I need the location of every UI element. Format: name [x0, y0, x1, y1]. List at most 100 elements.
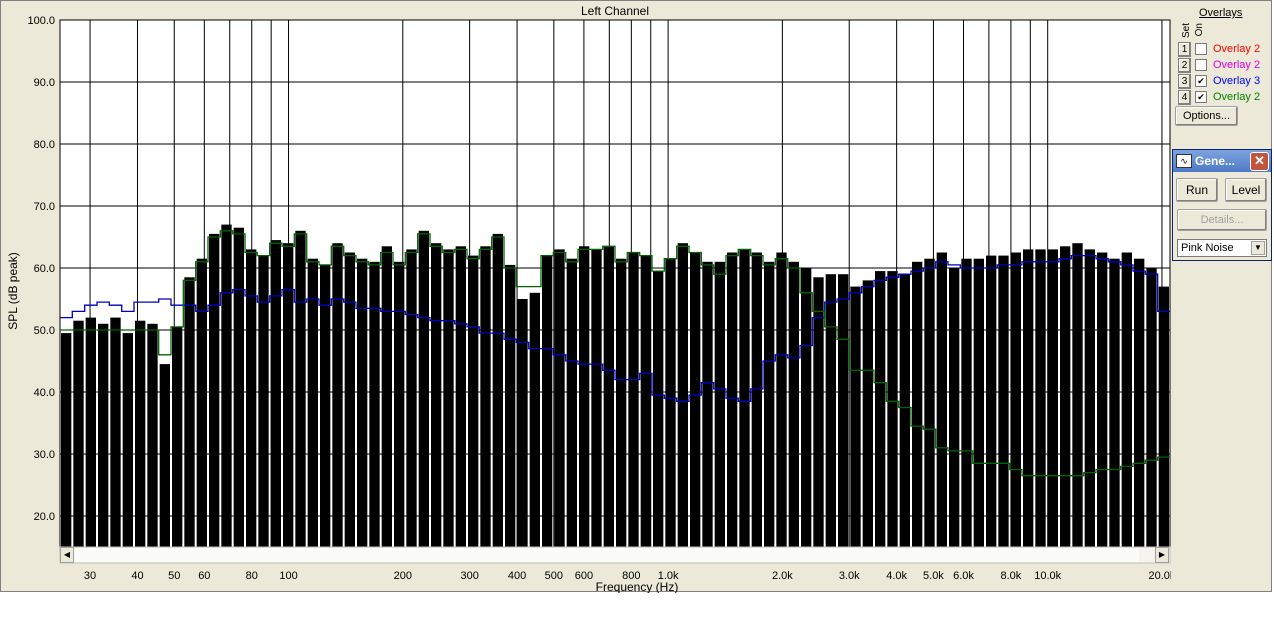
spectrum-bar — [714, 261, 725, 547]
overlay-checkbox-1[interactable] — [1195, 43, 1207, 55]
spectrum-bar — [406, 249, 417, 547]
spectrum-bar — [73, 320, 84, 547]
overlay-set-button-1[interactable]: 1 — [1178, 41, 1191, 57]
overlay-checkbox-4[interactable]: ✔ — [1195, 91, 1207, 103]
spectrum-bar — [61, 333, 72, 547]
x-axis-label: Frequency (Hz) — [596, 580, 679, 593]
signal-select-value: Pink Noise — [1181, 242, 1234, 254]
x-tick-label: 100 — [279, 570, 297, 582]
spectrum-bar — [1121, 252, 1132, 547]
options-button[interactable]: Options... — [1175, 106, 1238, 126]
x-tick-label: 6.0k — [953, 570, 974, 582]
spectrum-bar — [1060, 246, 1071, 548]
spectrum-bar — [98, 323, 109, 547]
spectrum-bar — [949, 268, 960, 547]
spectrum-bar — [147, 323, 158, 547]
close-icon[interactable]: ✕ — [1250, 152, 1269, 171]
spectrum-bar — [505, 264, 516, 547]
generator-titlebar[interactable]: ∿ Gene... ✕ — [1173, 150, 1271, 172]
x-tick-label: 3.0k — [839, 570, 860, 582]
scroll-left-icon[interactable]: ◀ — [60, 547, 74, 563]
spectrum-bar — [196, 258, 207, 547]
y-tick-label: 50.0 — [34, 325, 55, 337]
run-button[interactable]: Run — [1176, 178, 1218, 202]
y-tick-label: 90.0 — [34, 77, 55, 89]
x-tick-label: 4.0k — [886, 570, 907, 582]
x-tick-label: 2.0k — [772, 570, 793, 582]
overlay-label-1: Overlay 2 — [1213, 43, 1261, 55]
spectrum-bar — [85, 317, 96, 547]
spectrum-bar — [838, 274, 849, 547]
spectrum-bar — [801, 268, 812, 547]
x-tick-label: 40 — [131, 570, 143, 582]
spectrum-bar — [751, 252, 762, 547]
spectrum-bar — [369, 261, 380, 547]
spectrum-bar — [283, 243, 294, 547]
spectrum-bar — [616, 258, 627, 547]
dropdown-arrow-icon[interactable]: ▼ — [1251, 241, 1265, 255]
y-tick-label: 100.0 — [27, 15, 55, 27]
spectrum-bar — [566, 258, 577, 547]
overlay-label-4: Overlay 2 — [1213, 91, 1261, 103]
y-axis-label: SPL (dB peak) — [6, 252, 20, 330]
spectrum-bar — [603, 246, 614, 548]
spectrum-bar — [270, 240, 281, 547]
spectrum-bar — [850, 286, 861, 547]
spectrum-bar — [875, 271, 886, 547]
level-button[interactable]: Level — [1225, 178, 1267, 202]
spectrum-bar — [961, 258, 972, 547]
spectrum-bar — [468, 255, 479, 547]
overlay-checkbox-2[interactable] — [1195, 59, 1207, 71]
spectrum-chart: 100.0 90.0 80.0 70.0 60.0 50.0 40.0 30.0 20.0 30 4… — [6, 4, 1171, 593]
overlay-set-button-3[interactable]: 3 — [1178, 73, 1191, 89]
chart-title: Left Channel — [581, 4, 649, 18]
on-label: On — [1194, 23, 1205, 37]
spectrum-bar — [492, 233, 503, 547]
spectrum-bar — [579, 246, 590, 548]
spectrum-bar — [936, 252, 947, 547]
x-tick-label: 80 — [246, 570, 258, 582]
y-tick-label: 60.0 — [34, 263, 55, 275]
spectrum-bar — [887, 271, 898, 547]
spectrum-bar — [542, 255, 553, 547]
details-button[interactable]: Details... — [1177, 209, 1267, 231]
spectrum-bar — [677, 243, 688, 547]
signal-select[interactable]: Pink Noise ▼ — [1177, 239, 1267, 257]
on-header: On — [1194, 23, 1205, 36]
spectrum-bar — [690, 252, 701, 547]
x-tick-label: 300 — [460, 570, 478, 582]
spectrum-bar — [307, 258, 318, 547]
spectrum-bar — [1109, 258, 1120, 547]
spectrum-bar — [1146, 268, 1157, 547]
spectrum-bar — [172, 326, 183, 547]
spectrum-bar — [344, 252, 355, 547]
x-tick-label: 600 — [575, 570, 593, 582]
spectrum-bar — [357, 258, 368, 547]
spectrum-bar — [998, 255, 1009, 547]
generator-title: Gene... — [1195, 154, 1236, 168]
overlay-set-button-2[interactable]: 2 — [1178, 57, 1191, 73]
spectrum-bar — [295, 230, 306, 548]
overlay-set-button-4[interactable]: 4 — [1178, 89, 1191, 105]
spectrum-bar — [332, 243, 343, 547]
set-label: Set — [1181, 23, 1192, 39]
spectrum-bar — [159, 364, 170, 547]
spectrum-bar — [1072, 243, 1083, 547]
spectrum-bar — [825, 274, 836, 547]
x-tick-label: 200 — [394, 570, 412, 582]
generator-window: ∿ Gene... ✕ Run Level Details... Pink No… — [1172, 149, 1272, 261]
spectrum-bar — [320, 264, 331, 547]
scrollbar-thumb — [75, 548, 1139, 562]
spectrum-bar — [986, 255, 997, 547]
spectrum-bar — [122, 333, 133, 547]
overlay-row-4: 4 ✔ Overlay 2 — [1178, 89, 1261, 105]
scroll-right-icon[interactable]: ▶ — [1155, 547, 1169, 563]
spectrum-bar — [246, 249, 257, 547]
overlay-checkbox-3[interactable]: ✔ — [1195, 75, 1207, 87]
spectrum-bar — [554, 249, 565, 547]
spectrum-bar — [764, 261, 775, 547]
spectrum-bar — [776, 252, 787, 547]
x-tick-label: 20.0k — [1148, 570, 1171, 582]
y-tick-label: 30.0 — [34, 449, 55, 461]
spectrum-bar — [221, 224, 232, 547]
